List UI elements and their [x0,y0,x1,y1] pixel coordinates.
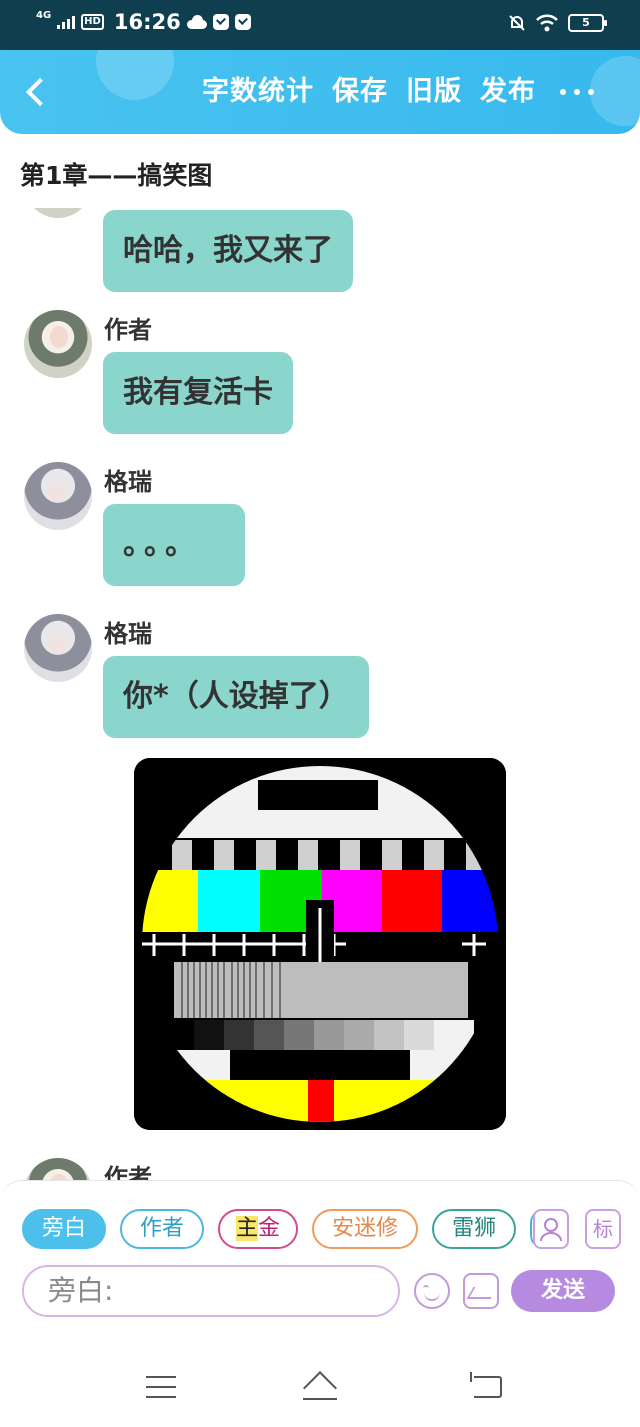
message-bubble[interactable]: 你*（人设掉了） [103,656,369,738]
mute-bell-icon [509,15,525,31]
system-nav-bar [0,1352,640,1427]
signal-icon [57,15,76,29]
back-button[interactable] [16,72,56,112]
more-icon[interactable] [560,80,600,104]
notification-icon-2 [234,14,251,30]
avatar[interactable] [24,208,92,218]
battery-icon: 5 [568,14,607,32]
wifi-icon [536,14,558,32]
message-bubble[interactable]: 。。。 [103,504,245,586]
tv-test-card-icon [134,758,506,1130]
cloud-icon [186,15,207,29]
tv-test-card-image[interactable] [134,758,506,1130]
avatar[interactable] [24,310,92,378]
publish-button[interactable]: 发布 [480,76,536,108]
chapter-title[interactable]: 第1章——搞笑图 [20,156,212,192]
notification-icon [212,14,229,30]
network-type: 4G [36,10,52,21]
editor-header: 字数统计 保存 旧版 发布 [0,50,640,134]
emoji-icon[interactable] [414,1273,450,1309]
recent-apps-icon[interactable] [146,1376,176,1398]
role-chip-main-prefix: 主 [236,1216,259,1241]
role-chip-main-suffix: 金 [258,1216,281,1241]
hd-icon: HD [81,14,104,30]
clock: 16:26 [113,10,181,34]
avatar[interactable] [24,462,92,530]
tag-button[interactable]: 标 [585,1209,621,1249]
message-input[interactable]: 旁白: [22,1265,400,1317]
word-count-button[interactable]: 字数统计 [202,76,314,108]
role-chip-lion[interactable]: 雷狮 [432,1209,517,1249]
image-icon[interactable] [463,1273,499,1309]
role-selector: 旁白 作者 主金 安迷修 雷狮 [22,1209,544,1249]
sender-name: 作者 [104,316,152,344]
message-bubble[interactable]: 我有复活卡 [103,352,293,434]
role-chip-amx[interactable]: 安迷修 [312,1209,419,1249]
back-nav-icon[interactable] [470,1372,502,1398]
role-chip-author[interactable]: 作者 [120,1209,205,1249]
avatar[interactable] [24,614,92,682]
home-icon[interactable] [301,1374,339,1400]
chat-list[interactable]: 哈哈，我又来了 作者 我有复活卡 格瑞 。。。 格瑞 你*（人设掉了） 作者 [0,208,640,1186]
header-actions: 字数统计 保存 旧版 发布 [202,76,536,108]
sender-name: 格瑞 [104,468,152,496]
role-chip-narration[interactable]: 旁白 [22,1209,107,1249]
status-bar: 4G HD 16:26 5 [0,0,640,50]
save-button[interactable]: 保存 [332,76,388,108]
input-panel: 旁白 作者 主金 安迷修 雷狮 标 旁白: 发送 [0,1180,640,1352]
message-bubble[interactable]: 哈哈，我又来了 [103,210,353,292]
send-button[interactable]: 发送 [511,1270,615,1312]
sender-name: 格瑞 [104,620,152,648]
role-chip-main[interactable]: 主金 [218,1209,299,1249]
character-manage-icon[interactable] [533,1209,569,1249]
old-version-button[interactable]: 旧版 [406,76,462,108]
